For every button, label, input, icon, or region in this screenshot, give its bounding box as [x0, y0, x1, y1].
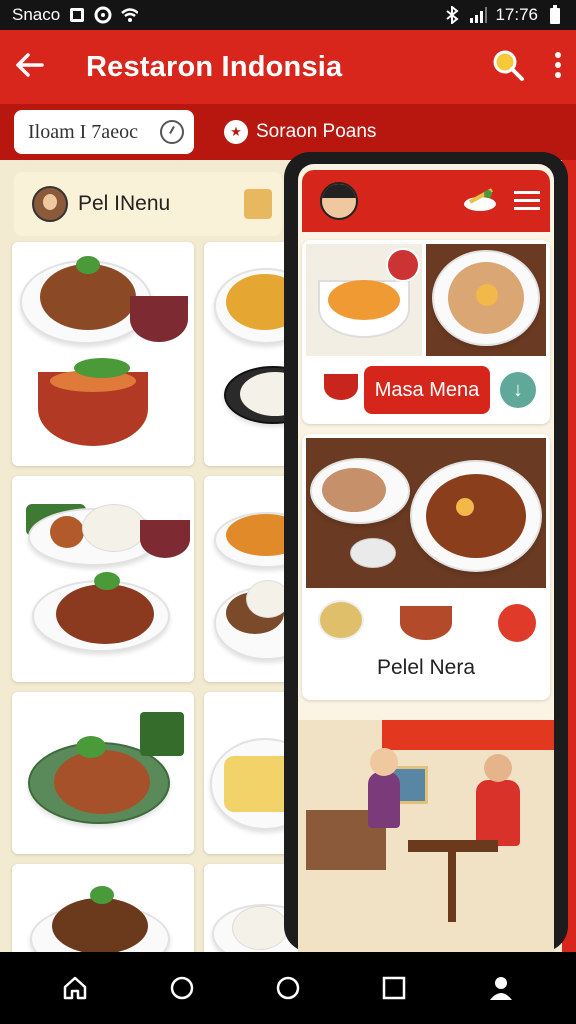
- masa-menu-button[interactable]: Masa Mena: [364, 366, 490, 414]
- page-title: Restaron Indonsia: [86, 50, 343, 83]
- filter-link-label: Soraon Poans: [256, 121, 377, 142]
- download-icon[interactable]: ↓: [500, 372, 536, 408]
- menu-card[interactable]: Masa Mena ↓: [302, 240, 550, 424]
- sauce-bowl-image: [324, 374, 358, 400]
- signal-icon: [469, 6, 488, 24]
- navigation-bar: [0, 952, 576, 1024]
- food-image: [426, 244, 546, 356]
- clock-icon[interactable]: [160, 120, 184, 144]
- section-label: Pelel Nera: [376, 656, 476, 679]
- avatar[interactable]: [320, 182, 358, 220]
- notification-icon: [68, 6, 86, 24]
- back-arrow-icon[interactable]: [14, 51, 46, 84]
- leaf-image: [140, 712, 184, 756]
- bookmark-icon[interactable]: [244, 189, 272, 219]
- phone-screen: Masa Mena ↓ Pelel Nera: [298, 164, 554, 954]
- menu-card[interactable]: [12, 242, 194, 466]
- phone-header: [302, 170, 550, 232]
- menu-card[interactable]: [12, 864, 194, 952]
- battery-icon: [546, 5, 564, 24]
- sauce-bowl-image: [140, 520, 190, 558]
- garnish-image: [74, 358, 130, 378]
- garnish-image: [90, 886, 114, 904]
- food-image: [56, 584, 154, 644]
- avatar[interactable]: [32, 186, 68, 222]
- profile-icon[interactable]: [479, 966, 523, 1010]
- more-vert-icon[interactable]: [554, 51, 562, 84]
- garnish-image: [76, 256, 100, 274]
- carrier-label: Snaco: [12, 5, 61, 24]
- status-bar: Snaco 17:76: [0, 0, 576, 30]
- search-field[interactable]: Iloam I 7aeoc: [14, 110, 194, 154]
- rice-image: [82, 504, 146, 552]
- garnish-image: [76, 736, 106, 758]
- garnish-image: [94, 572, 120, 590]
- wifi-icon: [120, 6, 139, 24]
- circle-icon[interactable]: [266, 966, 310, 1010]
- sauce-bowl-image: [400, 606, 452, 640]
- menu-header: Pel INenu: [14, 172, 282, 236]
- rice-image: [232, 906, 288, 950]
- restaurant-illustration: [298, 720, 554, 954]
- search-icon[interactable]: [490, 47, 526, 88]
- menu-card[interactable]: [12, 692, 194, 854]
- app-bar: Restaron Indonsia: [0, 30, 576, 104]
- food-image: [306, 244, 422, 356]
- dish-icon[interactable]: [460, 184, 500, 219]
- menu-card[interactable]: [12, 476, 194, 682]
- home-icon[interactable]: [53, 966, 97, 1010]
- search-field-value: Iloam I 7aeoc: [28, 120, 138, 143]
- square-icon[interactable]: [372, 966, 416, 1010]
- list-icon[interactable]: [514, 190, 540, 212]
- food-image: [54, 750, 150, 814]
- bluetooth-icon: [443, 6, 461, 24]
- badge-icon[interactable]: [498, 604, 536, 642]
- food-image: [52, 898, 148, 952]
- star-icon: ★: [224, 120, 248, 144]
- nuts-image: [318, 600, 364, 640]
- sauce-bowl-image: [130, 296, 188, 342]
- food-image: [50, 516, 84, 548]
- menu-card[interactable]: Pelel Nera: [302, 434, 550, 700]
- settings-icon: [94, 6, 112, 24]
- menu-title: Pel INenu: [78, 192, 171, 215]
- filter-link[interactable]: ★ Soraon Poans: [224, 120, 376, 144]
- clock-label: 17:76: [495, 5, 538, 24]
- phone-mockup: Masa Mena ↓ Pelel Nera: [284, 152, 568, 954]
- circle-icon[interactable]: [160, 966, 204, 1010]
- food-image: [306, 438, 546, 588]
